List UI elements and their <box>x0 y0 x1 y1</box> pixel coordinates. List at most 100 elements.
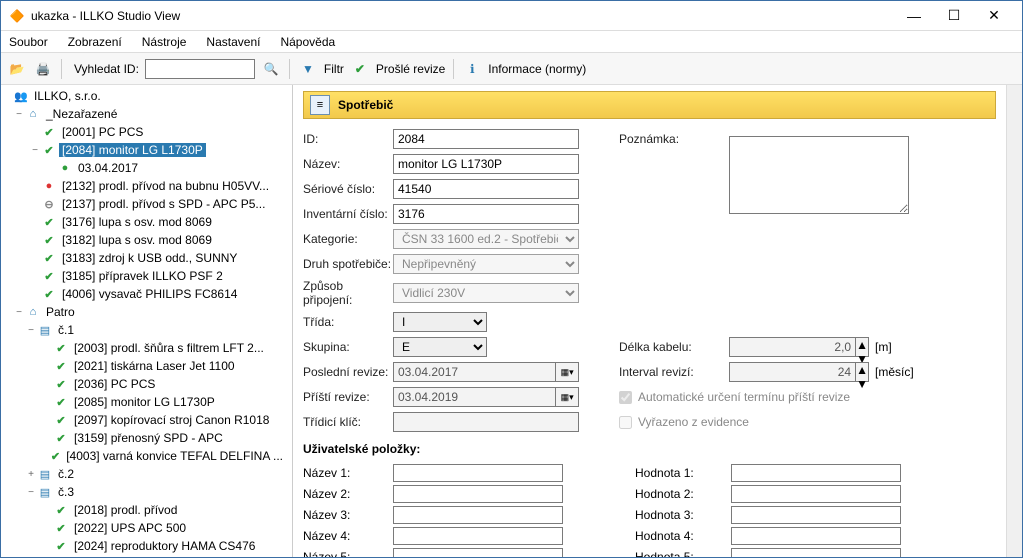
maximize-button[interactable]: ☐ <box>934 4 974 28</box>
user-name-input[interactable] <box>393 506 563 524</box>
tree-room1[interactable]: −▤ č.1 <box>1 321 292 339</box>
user-row: Název 3: Hodnota 3: <box>303 504 996 525</box>
user-value-input[interactable] <box>731 548 901 558</box>
input-sortkey[interactable] <box>393 412 579 432</box>
label-type: Druh spotřebiče: <box>303 257 393 271</box>
search-icon[interactable]: 🔍 <box>261 59 281 79</box>
tree-room2[interactable]: +▤ č.2 <box>1 465 292 483</box>
input-name[interactable] <box>393 154 579 174</box>
detail-panel: ≡ Spotřebič ID: Poznámka: Název: Sériové… <box>293 85 1006 557</box>
tree-item[interactable]: ✔ [2018] prodl. přívod <box>1 501 292 519</box>
search-label: Vyhledat ID: <box>74 62 139 76</box>
select-category: ČSN 33 1600 ed.2 - Spotřebiče <box>393 229 579 249</box>
user-name-label: Název 2: <box>303 487 387 501</box>
input-interval[interactable] <box>729 362 856 382</box>
user-value-input[interactable] <box>731 506 901 524</box>
textarea-note[interactable] <box>729 136 909 214</box>
tree-item[interactable]: ✔ [4003] varná konvice TEFAL DELFINA ... <box>1 447 292 465</box>
tree-item[interactable]: ✔ [3176] lupa s osv. mod 8069 <box>1 213 292 231</box>
label-inv: Inventární číslo: <box>303 207 393 221</box>
user-row: Název 2: Hodnota 2: <box>303 483 996 504</box>
label-cable: Délka kabelu: <box>619 340 729 354</box>
app-icon: 🔶 <box>9 8 25 24</box>
tree-item[interactable]: ✔ [2070] tiskárna HP LJ1320 <box>1 555 292 557</box>
input-id[interactable] <box>393 129 579 149</box>
past-revisions-label[interactable]: Prošlé revize <box>376 62 445 76</box>
tree-item[interactable]: ● [2132] prodl. přívod na bubnu H05VV... <box>1 177 292 195</box>
menu-file[interactable]: Soubor <box>5 33 52 51</box>
print-icon[interactable]: 🖨️ <box>33 59 53 79</box>
user-row: Název 4: Hodnota 4: <box>303 525 996 546</box>
menu-settings[interactable]: Nastavení <box>202 33 264 51</box>
filter-icon[interactable]: ▼ <box>298 59 318 79</box>
label-interval: Interval revizí: <box>619 365 729 379</box>
tree-floor[interactable]: −⌂ Patro <box>1 303 292 321</box>
detail-scrollbar[interactable] <box>1006 85 1022 557</box>
calendar-icon[interactable]: ▦▾ <box>556 362 579 382</box>
menu-tools[interactable]: Nástroje <box>138 33 191 51</box>
user-value-label: Hodnota 4: <box>635 529 725 543</box>
filter-label[interactable]: Filtr <box>324 62 344 76</box>
search-input[interactable] <box>145 59 255 79</box>
select-conn: Vidlicí 230V <box>393 283 579 303</box>
tree-item[interactable]: ✔ [2085] monitor LG L1730P <box>1 393 292 411</box>
user-name-input[interactable] <box>393 485 563 503</box>
menu-view[interactable]: Zobrazení <box>64 33 126 51</box>
tree-panel[interactable]: 👥 ILLKO, s.r.o. −⌂ _Nezařazené ✔ [2001] … <box>1 85 293 557</box>
label-note: Poznámka: <box>619 132 729 146</box>
tree-item-date[interactable]: ● 03.04.2017 <box>1 159 292 177</box>
tree-item[interactable]: ✔ [2097] kopírovací stroj Canon R1018 <box>1 411 292 429</box>
menu-help[interactable]: Nápověda <box>276 33 339 51</box>
select-class[interactable]: I <box>393 312 487 332</box>
tree-item[interactable]: ✔ [3185] přípravek ILLKO PSF 2 <box>1 267 292 285</box>
input-next-revision[interactable] <box>393 387 556 407</box>
tree-item[interactable]: ✔ [2022] UPS APC 500 <box>1 519 292 537</box>
user-name-label: Název 3: <box>303 508 387 522</box>
tree-item[interactable]: −✔ [2084] monitor LG L1730P <box>1 141 292 159</box>
tree-item[interactable]: ✔ [2001] PC PCS <box>1 123 292 141</box>
label-class: Třída: <box>303 315 393 329</box>
tree-item[interactable]: ✔ [2003] prodl. šňůra s filtrem LFT 2... <box>1 339 292 357</box>
tree-unsorted[interactable]: −⌂ _Nezařazené <box>1 105 292 123</box>
user-value-label: Hodnota 1: <box>635 466 725 480</box>
user-value-label: Hodnota 3: <box>635 508 725 522</box>
cable-spinner[interactable]: ▲▼ <box>856 337 869 357</box>
input-cable[interactable] <box>729 337 856 357</box>
user-value-input[interactable] <box>731 464 901 482</box>
user-section-title: Uživatelské položky: <box>303 442 996 456</box>
minimize-button[interactable]: — <box>894 4 934 28</box>
tree-room3[interactable]: −▤ č.3 <box>1 483 292 501</box>
tree-root[interactable]: 👥 ILLKO, s.r.o. <box>1 87 292 105</box>
close-button[interactable]: ✕ <box>974 4 1014 28</box>
user-row: Název 1: Hodnota 1: <box>303 462 996 483</box>
info-icon[interactable]: ℹ <box>462 59 482 79</box>
tree-item[interactable]: ✔ [2021] tiskárna Laser Jet 1100 <box>1 357 292 375</box>
interval-spinner[interactable]: ▲▼ <box>856 362 869 382</box>
tree-item[interactable]: ✔ [3159] přenosný SPD - APC <box>1 429 292 447</box>
calendar-icon[interactable]: ▦▾ <box>556 387 579 407</box>
user-name-input[interactable] <box>393 464 563 482</box>
tree-item[interactable]: ✔ [3182] lupa s osv. mod 8069 <box>1 231 292 249</box>
tree-item[interactable]: ✔ [4006] vysavač PHILIPS FC8614 <box>1 285 292 303</box>
menubar: Soubor Zobrazení Nástroje Nastavení Nápo… <box>1 31 1022 53</box>
input-serial[interactable] <box>393 179 579 199</box>
label-auto: Automatické určení termínu příští revize <box>638 390 850 404</box>
label-last: Poslední revize: <box>303 365 393 379</box>
tree-item[interactable]: ⊖ [2137] prodl. přívod s SPD - APC P5... <box>1 195 292 213</box>
past-revisions-icon[interactable]: ✔ <box>350 59 370 79</box>
input-inv[interactable] <box>393 204 579 224</box>
tree-item[interactable]: ✔ [3183] zdroj k USB odd., SUNNY <box>1 249 292 267</box>
label-group: Skupina: <box>303 340 393 354</box>
user-value-input[interactable] <box>731 485 901 503</box>
window-title: ukazka - ILLKO Studio View <box>31 9 894 23</box>
tree-item[interactable]: ✔ [2036] PC PCS <box>1 375 292 393</box>
select-group[interactable]: E <box>393 337 487 357</box>
user-name-input[interactable] <box>393 548 563 558</box>
info-label[interactable]: Informace (normy) <box>488 62 586 76</box>
open-icon[interactable]: 📂 <box>7 59 27 79</box>
user-name-input[interactable] <box>393 527 563 545</box>
panel-title: Spotřebič <box>338 98 393 112</box>
tree-item[interactable]: ✔ [2024] reproduktory HAMA CS476 <box>1 537 292 555</box>
input-last-revision[interactable] <box>393 362 556 382</box>
user-value-input[interactable] <box>731 527 901 545</box>
